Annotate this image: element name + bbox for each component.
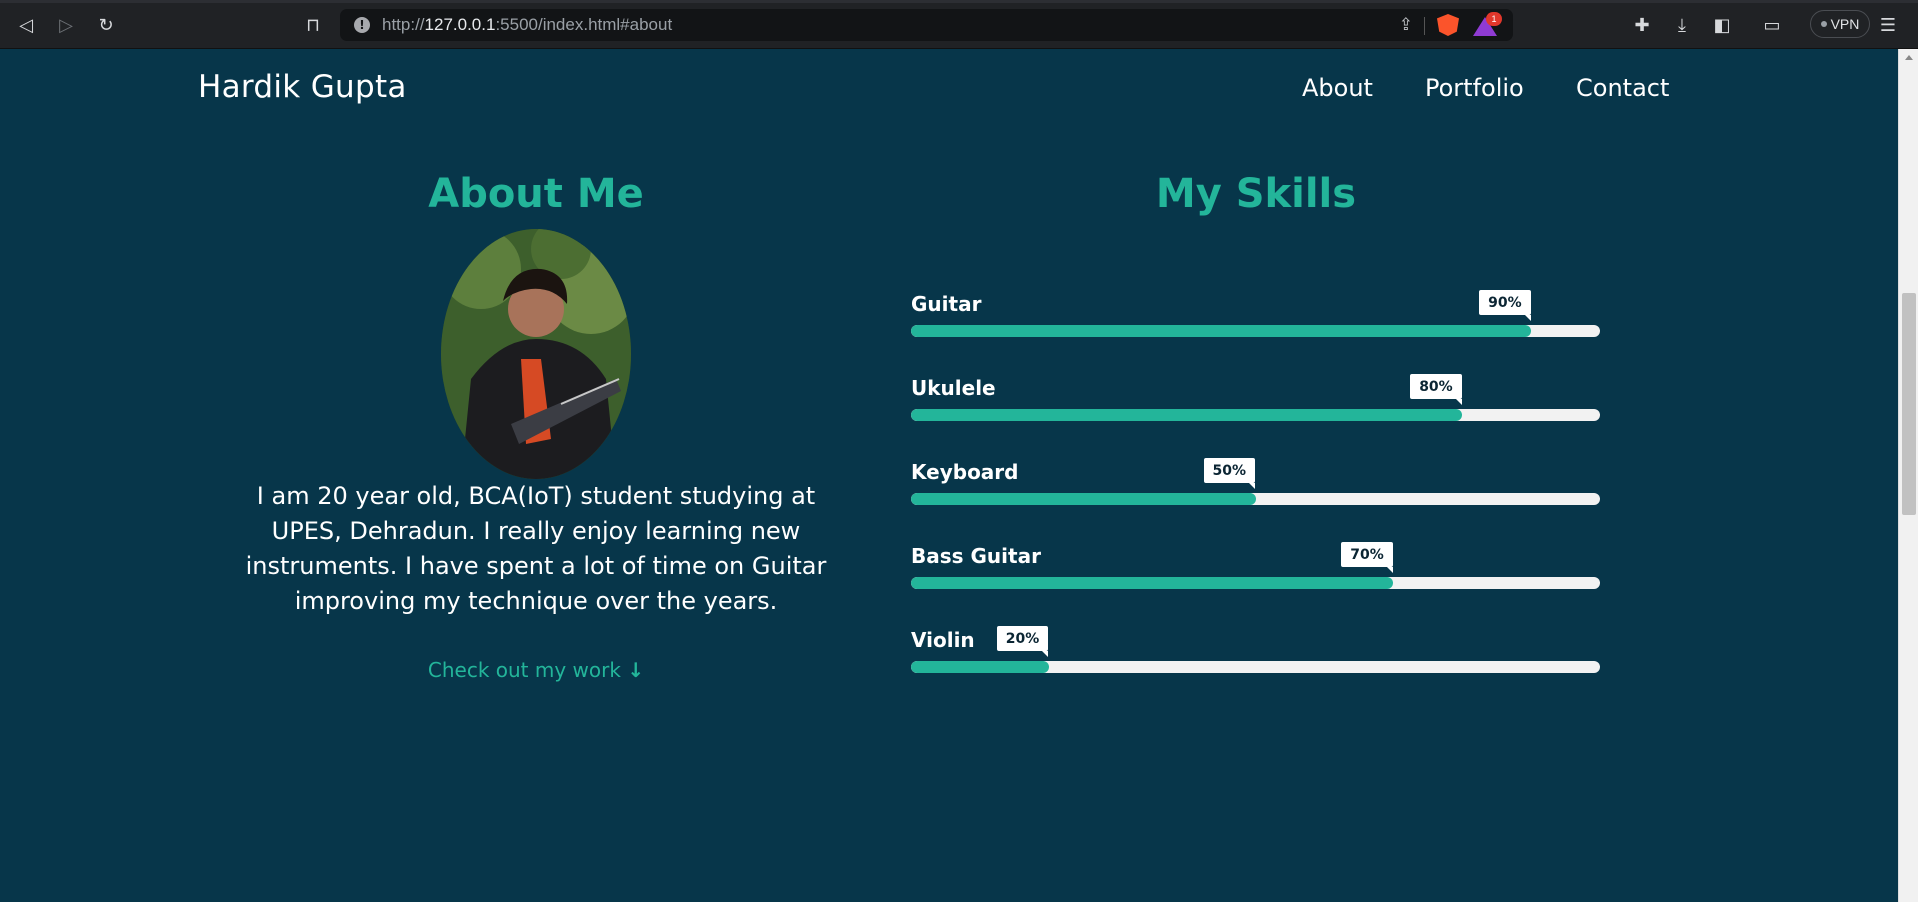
bookmark-icon[interactable]: ⊓ — [298, 10, 328, 40]
skills-heading: My Skills — [1155, 171, 1357, 217]
page-scrollbar[interactable] — [1898, 49, 1918, 902]
nav-portfolio[interactable]: Portfolio — [1425, 74, 1524, 102]
skill-name: Bass Guitar — [911, 544, 1041, 568]
nav-about[interactable]: About — [1302, 74, 1373, 102]
brave-shields-icon[interactable] — [1437, 14, 1459, 36]
scroll-thumb[interactable] — [1902, 293, 1916, 515]
skill-percent-badge: 70% — [1341, 542, 1393, 573]
wallet-icon[interactable]: ▭ — [1757, 10, 1787, 40]
about-description: I am 20 year old, BCA(IoT) student study… — [245, 482, 827, 615]
skill-name: Guitar — [911, 292, 982, 316]
skill-percent-badge: 80% — [1410, 374, 1462, 405]
skill-progress-fill — [911, 577, 1394, 589]
address-bar[interactable]: ! http://127.0.0.1:5500/index.html#about… — [340, 9, 1513, 41]
skill-progress-fill — [911, 409, 1463, 421]
check-out-work-label: Check out my work — [427, 658, 621, 682]
address-divider — [1424, 17, 1425, 35]
vpn-status-dot — [1820, 21, 1827, 27]
share-icon[interactable]: ⇪ — [1399, 15, 1413, 35]
skill-progress-track — [911, 661, 1600, 673]
sidebar-icon[interactable]: ◧ — [1707, 10, 1737, 40]
downloads-icon[interactable]: ⤓ — [1667, 10, 1697, 40]
skill-progress-track — [911, 409, 1600, 421]
page: Hardik Gupta About Portfolio Contact Abo… — [0, 49, 1898, 902]
scroll-up-arrow[interactable] — [1905, 55, 1913, 60]
arrow-down-icon: ↓ — [627, 658, 645, 682]
tab-strip-edge — [0, 0, 1918, 3]
skill-progress-track — [911, 493, 1600, 505]
profile-photo — [441, 229, 631, 479]
skill-name: Violin — [911, 628, 975, 652]
notification-badge: 1 — [1486, 12, 1502, 26]
vpn-button[interactable]: VPN — [1810, 10, 1870, 38]
url-text[interactable]: http://127.0.0.1:5500/index.html#about — [382, 15, 672, 35]
browser-toolbar: ◁ ▷ ↻ ⊓ ! http://127.0.0.1:5500/index.ht… — [0, 0, 1918, 49]
vpn-label: VPN — [1830, 16, 1860, 32]
skill-progress-track — [911, 577, 1600, 589]
skill-percent-badge: 90% — [1479, 290, 1531, 321]
nav-contact[interactable]: Contact — [1576, 74, 1669, 102]
skill-progress-fill — [911, 325, 1532, 337]
skill-percent-badge: 50% — [1203, 458, 1256, 489]
skill-name: Ukulele — [911, 376, 996, 400]
skill-percent-badge: 20% — [996, 626, 1049, 657]
site-info-icon[interactable]: ! — [354, 17, 370, 33]
skill-progress-fill — [911, 661, 1049, 673]
skill-name: Keyboard — [911, 460, 1019, 484]
menu-icon[interactable]: ☰ — [1878, 10, 1898, 40]
forward-icon[interactable]: ▷ — [51, 10, 81, 40]
check-out-work-link[interactable]: Check out my work ↓ — [400, 658, 672, 682]
skill-progress-track — [911, 325, 1600, 337]
reload-icon[interactable]: ↻ — [91, 10, 121, 40]
skill-progress-fill — [911, 493, 1256, 505]
about-heading: About Me — [428, 171, 644, 217]
site-logo[interactable]: Hardik Gupta — [198, 69, 407, 105]
extensions-icon[interactable]: ✚ — [1627, 10, 1657, 40]
back-icon[interactable]: ◁ — [11, 10, 41, 40]
